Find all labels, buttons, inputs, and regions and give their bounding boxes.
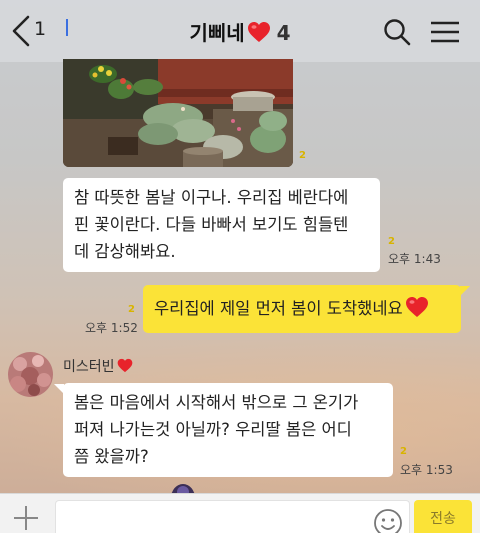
message-line: 참 따뜻한 봄날 이구나. 우리집 베란다에	[74, 188, 349, 207]
message-bubble[interactable]: 참 따뜻한 봄날 이구나. 우리집 베란다에 핀 꽃이란다. 다들 바빠서 보기…	[63, 178, 380, 272]
search-icon	[384, 19, 411, 46]
bubble-tail	[54, 384, 64, 394]
sender-name: 미스터빈	[63, 356, 133, 377]
plus-icon	[14, 506, 38, 530]
heart-icon	[247, 21, 271, 48]
veranda-flowers-photo	[63, 59, 293, 167]
read-count: 2	[299, 150, 306, 161]
message-time: 오후 1:43	[388, 252, 441, 266]
attach-button[interactable]	[12, 504, 40, 532]
avatar[interactable]	[8, 352, 53, 397]
read-count: 2	[388, 236, 395, 247]
emoji-icon	[374, 509, 402, 533]
sender-name-text: 미스터빈	[63, 359, 115, 375]
my-message-bubble[interactable]: 우리집에 제일 먼저 봄이 도착했네요	[143, 285, 461, 333]
message-line: 쯤 왔을까?	[74, 447, 149, 466]
message-line: 핀 꽃이란다. 다들 바빠서 보기도 힘들텐	[74, 215, 349, 234]
message-input[interactable]	[55, 500, 410, 533]
message-input-bar: 전송	[0, 493, 480, 533]
message-time: 오후 1:53	[400, 463, 453, 477]
chat-room-name: 기삐네	[189, 21, 245, 45]
message-line: 데 감상해봐요.	[74, 242, 176, 261]
heart-icon	[405, 296, 429, 326]
profile-photo	[8, 352, 53, 397]
read-count: 2	[128, 304, 135, 315]
read-count: 2	[400, 446, 407, 457]
photo-message[interactable]	[63, 59, 293, 167]
emoji-button[interactable]	[373, 508, 403, 533]
message-time: 오후 1:52	[85, 321, 138, 335]
message-line: 퍼져 나가는것 아닐까? 우리딸 봄은 어디	[74, 420, 352, 439]
heart-icon	[117, 358, 133, 377]
search-button[interactable]	[383, 18, 411, 46]
message-text: 우리집에 제일 먼저 봄이 도착했네요	[154, 299, 403, 318]
message-line: 봄은 마음에서 시작해서 밖으로 그 온기가	[74, 393, 359, 412]
member-count: 4	[276, 21, 291, 45]
bubble-tail	[460, 286, 470, 296]
menu-button[interactable]	[430, 20, 460, 44]
send-button[interactable]: 전송	[414, 500, 472, 533]
chat-header: 1 기삐네 4	[0, 0, 480, 62]
hamburger-menu-icon	[431, 21, 459, 43]
text-caret	[66, 19, 68, 36]
message-bubble[interactable]: 봄은 마음에서 시작해서 밖으로 그 온기가 퍼져 나가는것 아닐까? 우리딸 …	[63, 383, 393, 477]
